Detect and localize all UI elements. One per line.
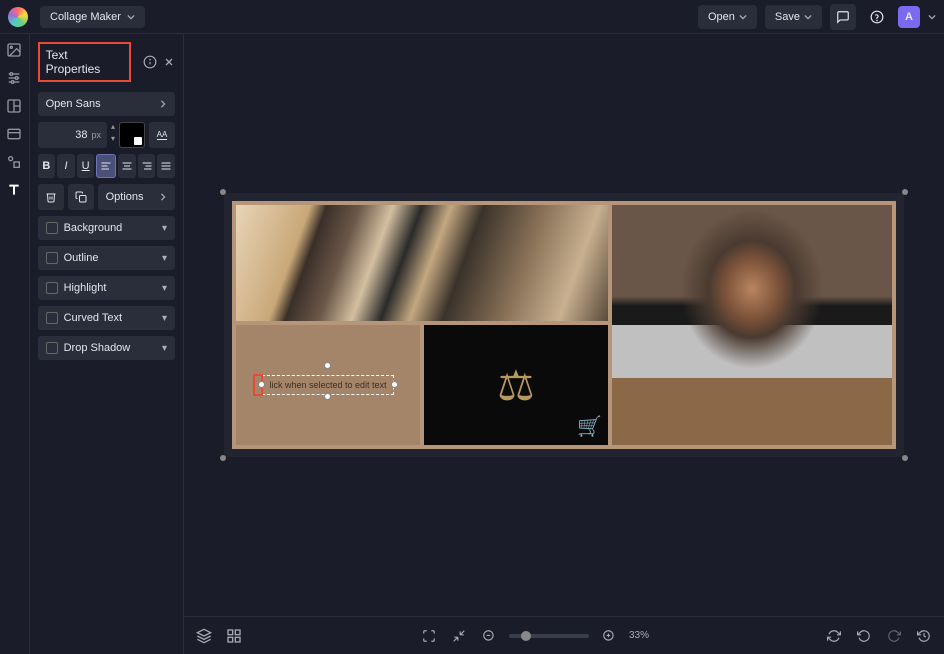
fit-icon[interactable] bbox=[449, 626, 469, 646]
checkbox[interactable] bbox=[46, 342, 58, 354]
panel-title: Text Properties bbox=[38, 42, 131, 82]
bold-button[interactable]: B bbox=[38, 154, 56, 178]
sync-icon[interactable] bbox=[824, 626, 844, 646]
chevron-down-icon: ▾ bbox=[162, 223, 167, 234]
chevron-down-icon bbox=[127, 13, 135, 21]
adjust-tool-icon[interactable] bbox=[6, 70, 22, 86]
align-justify-button[interactable] bbox=[157, 154, 175, 178]
caps-button[interactable]: AA bbox=[149, 122, 175, 148]
panel-header: Text Properties bbox=[38, 42, 175, 82]
resize-handle[interactable] bbox=[902, 455, 908, 461]
photo-cell[interactable] bbox=[612, 205, 892, 445]
accordion-curved-text[interactable]: Curved Text▾ bbox=[38, 306, 175, 330]
grid-icon[interactable] bbox=[224, 626, 244, 646]
chevron-down-icon bbox=[739, 13, 747, 21]
fullscreen-icon[interactable] bbox=[419, 626, 439, 646]
align-center-button[interactable] bbox=[118, 154, 136, 178]
text-placeholder: lick when selected to edit text bbox=[269, 380, 386, 390]
text-cell[interactable]: lick when selected to edit text bbox=[236, 325, 420, 445]
resize-handle[interactable] bbox=[220, 189, 226, 195]
chevron-down-icon[interactable] bbox=[928, 13, 936, 21]
chevron-right-icon bbox=[159, 193, 167, 201]
avatar[interactable]: A bbox=[898, 6, 920, 28]
chevron-down-icon bbox=[804, 13, 812, 21]
chevron-down-icon[interactable]: ▾ bbox=[111, 135, 115, 147]
tool-sidebar bbox=[0, 34, 30, 654]
italic-button[interactable]: I bbox=[57, 154, 75, 178]
bottom-toolbar: 33% bbox=[184, 616, 944, 654]
font-size-input[interactable]: 38px bbox=[38, 122, 107, 148]
checkbox[interactable] bbox=[46, 222, 58, 234]
layers-icon[interactable] bbox=[194, 626, 214, 646]
align-right-button[interactable] bbox=[138, 154, 156, 178]
resize-handle[interactable] bbox=[324, 362, 331, 369]
chevron-down-icon: ▾ bbox=[162, 283, 167, 294]
delete-button[interactable] bbox=[38, 184, 64, 210]
collage-canvas[interactable]: lick when selected to edit text ⚖ 🛒 bbox=[232, 201, 896, 449]
accordion-background[interactable]: Background▾ bbox=[38, 216, 175, 240]
help-icon[interactable] bbox=[864, 4, 890, 30]
options-dropdown[interactable]: Options bbox=[98, 184, 175, 210]
cart-image: 🛒 bbox=[577, 414, 602, 439]
accordion-outline[interactable]: Outline▾ bbox=[38, 246, 175, 270]
chevron-down-icon: ▾ bbox=[162, 313, 167, 324]
undo-icon[interactable] bbox=[854, 626, 874, 646]
chevron-down-icon: ▾ bbox=[162, 253, 167, 264]
resize-handle[interactable] bbox=[902, 189, 908, 195]
resize-handle[interactable] bbox=[324, 393, 331, 400]
zoom-value: 33% bbox=[629, 630, 649, 641]
accordion-highlight[interactable]: Highlight▾ bbox=[38, 276, 175, 300]
properties-panel: Text Properties Open Sans 38px ▴ ▾ AA B bbox=[30, 34, 184, 654]
canvas-area: lick when selected to edit text ⚖ 🛒 bbox=[184, 34, 944, 654]
checkbox[interactable] bbox=[46, 252, 58, 264]
text-tool-icon[interactable] bbox=[6, 182, 22, 198]
canvas-bounds[interactable]: lick when selected to edit text ⚖ 🛒 bbox=[224, 193, 904, 457]
duplicate-button[interactable] bbox=[68, 184, 94, 210]
text-color-swatch[interactable] bbox=[119, 122, 145, 148]
image-tool-icon[interactable] bbox=[6, 42, 22, 58]
open-button[interactable]: Open bbox=[698, 5, 757, 29]
font-family-value: Open Sans bbox=[46, 98, 101, 110]
size-stepper[interactable]: ▴ ▾ bbox=[111, 123, 115, 147]
font-family-select[interactable]: Open Sans bbox=[38, 92, 175, 116]
info-icon[interactable] bbox=[143, 55, 157, 69]
close-icon[interactable] bbox=[163, 56, 175, 68]
shapes-tool-icon[interactable] bbox=[6, 154, 22, 170]
app-title-label: Collage Maker bbox=[50, 11, 121, 23]
history-icon[interactable] bbox=[914, 626, 934, 646]
underline-button[interactable]: U bbox=[77, 154, 95, 178]
comment-icon[interactable] bbox=[830, 4, 856, 30]
resize-handle[interactable] bbox=[220, 455, 226, 461]
chevron-down-icon: ▾ bbox=[162, 343, 167, 354]
zoom-out-icon[interactable] bbox=[479, 626, 499, 646]
photo-cell[interactable] bbox=[236, 205, 608, 321]
zoom-in-icon[interactable] bbox=[599, 626, 619, 646]
photo-cell[interactable]: ⚖ 🛒 bbox=[424, 325, 608, 445]
app-logo[interactable] bbox=[8, 7, 28, 27]
accordion-drop-shadow[interactable]: Drop Shadow▾ bbox=[38, 336, 175, 360]
resize-handle[interactable] bbox=[258, 381, 265, 388]
checkbox[interactable] bbox=[46, 282, 58, 294]
zoom-slider[interactable] bbox=[509, 634, 589, 638]
text-element[interactable]: lick when selected to edit text bbox=[262, 375, 393, 395]
chevron-right-icon bbox=[159, 100, 167, 108]
resize-handle[interactable] bbox=[391, 381, 398, 388]
checkbox[interactable] bbox=[46, 312, 58, 324]
library-tool-icon[interactable] bbox=[6, 126, 22, 142]
scales-image: ⚖ bbox=[497, 361, 535, 410]
app-title-dropdown[interactable]: Collage Maker bbox=[40, 6, 145, 28]
save-button[interactable]: Save bbox=[765, 5, 822, 29]
layout-tool-icon[interactable] bbox=[6, 98, 22, 114]
align-left-button[interactable] bbox=[96, 154, 116, 178]
redo-icon[interactable] bbox=[884, 626, 904, 646]
top-header: Collage Maker Open Save A bbox=[0, 0, 944, 34]
